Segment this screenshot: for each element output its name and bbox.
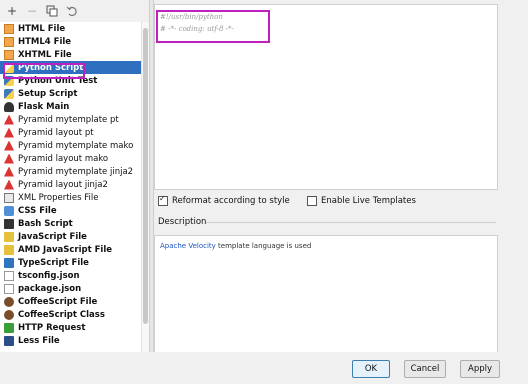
reformat-option[interactable]: Reformat according to style [158,194,290,206]
template-item-label: Pyramid mytemplate pt [18,114,119,125]
reformat-label: Reformat according to style [172,196,290,206]
add-template-button[interactable]: + [4,3,20,19]
template-item-label: Pyramid mytemplate jinja2 [18,166,134,177]
template-item[interactable]: Bash Script [0,217,149,230]
template-item[interactable]: Setup Script [0,87,149,100]
copy-template-button[interactable] [44,3,60,19]
template-item-label: HTTP Request [18,322,86,333]
javascript-file-icon [4,231,14,242]
template-item-label: CSS File [18,205,57,216]
live-templates-label: Enable Live Templates [321,196,416,206]
css-file-icon [4,205,14,216]
template-item-label: tsconfig.json [18,270,80,281]
html-file-icon [4,23,14,34]
template-item-label: CoffeeScript Class [18,309,105,320]
template-item-label: HTML4 File [18,36,72,47]
template-item-label: Setup Script [18,88,78,99]
template-item[interactable]: package.json [0,282,149,295]
template-item-label: TypeScript File [18,257,89,268]
selection-annotation-box [3,63,85,79]
http-request-icon [4,322,14,333]
pyramid-icon [4,179,14,190]
template-item[interactable]: CSS File [0,204,149,217]
template-item[interactable]: HTML File [0,22,149,35]
pyramid-icon [4,127,14,138]
description-heading: Description [158,217,207,227]
coffeescript-icon [4,296,14,307]
template-item-label: Less File [18,335,60,346]
less-file-icon [4,335,14,346]
remove-template-button[interactable]: − [24,3,40,19]
pyramid-icon [4,153,14,164]
description-text: template language is used [215,242,312,250]
copy-icon [46,5,58,17]
reformat-checkbox[interactable] [158,194,168,206]
code-annotation-box [156,10,270,43]
template-toolbar: + − [0,0,150,22]
template-item-label: package.json [18,283,82,294]
template-item[interactable]: JavaScript File [0,230,149,243]
template-item-label: Pyramid mytemplate mako [18,140,134,151]
html-file-icon [4,36,14,47]
template-item[interactable]: CoffeeScript File [0,295,149,308]
template-item[interactable]: AMD JavaScript File [0,243,149,256]
template-item[interactable]: HTML4 File [0,35,149,48]
template-item-label: Pyramid layout pt [18,127,94,138]
template-item-label: Pyramid layout jinja2 [18,179,108,190]
template-item-label: Flask Main [18,101,70,112]
template-item-label: HTML File [18,23,66,34]
template-item[interactable]: Pyramid mytemplate pt [0,113,149,126]
template-editor[interactable]: #!/usr/bin/python # -*- coding: utf-8 -*- [154,4,498,190]
template-item[interactable]: Less File [0,334,149,347]
cancel-button[interactable]: Cancel [404,360,446,378]
template-item-label: JavaScript File [18,231,87,242]
html-file-icon [4,49,14,60]
json-file-icon [4,270,14,281]
pyramid-icon [4,166,14,177]
json-file-icon [4,283,14,294]
scrollbar-thumb[interactable] [143,28,148,324]
live-templates-option[interactable]: Enable Live Templates [307,196,416,206]
live-templates-checkbox[interactable] [307,196,317,206]
javascript-file-icon [4,244,14,255]
ok-button[interactable]: OK [352,360,390,378]
xml-file-icon [4,192,14,203]
template-item[interactable]: XML Properties File [0,191,149,204]
coffeescript-icon [4,309,14,320]
template-item-label: Pyramid layout mako [18,153,109,164]
template-item-label: AMD JavaScript File [18,244,112,255]
template-item[interactable]: XHTML File [0,48,149,61]
typescript-file-icon [4,257,14,268]
template-item[interactable]: tsconfig.json [0,269,149,282]
apply-button[interactable]: Apply [460,360,500,378]
description-divider [206,222,496,223]
template-item[interactable]: Pyramid mytemplate jinja2 [0,165,149,178]
template-item-label: XML Properties File [18,192,99,203]
template-item[interactable]: TypeScript File [0,256,149,269]
window-edge [500,0,528,352]
template-item[interactable]: Pyramid layout mako [0,152,149,165]
dialog-footer: OK Cancel Apply [0,352,528,384]
template-item[interactable]: Pyramid layout pt [0,126,149,139]
undo-icon [66,6,77,17]
template-item[interactable]: CoffeeScript Class [0,308,149,321]
template-item-label: CoffeeScript File [18,296,98,307]
template-list-scrollbar[interactable] [141,22,149,352]
flask-icon [4,101,14,112]
template-item[interactable]: Pyramid layout jinja2 [0,178,149,191]
template-item[interactable]: Pyramid mytemplate mako [0,139,149,152]
velocity-link[interactable]: Apache Velocity [160,242,216,250]
description-panel: Apache Velocity template language is use… [154,235,498,353]
shell-script-icon [4,218,14,229]
template-item-label: Bash Script [18,218,73,229]
python-icon [4,88,14,99]
reset-template-button[interactable] [64,3,80,19]
template-item[interactable]: HTTP Request [0,321,149,334]
template-item-label: XHTML File [18,49,72,60]
pyramid-icon [4,114,14,125]
pyramid-icon [4,140,14,151]
template-item[interactable]: Flask Main [0,100,149,113]
